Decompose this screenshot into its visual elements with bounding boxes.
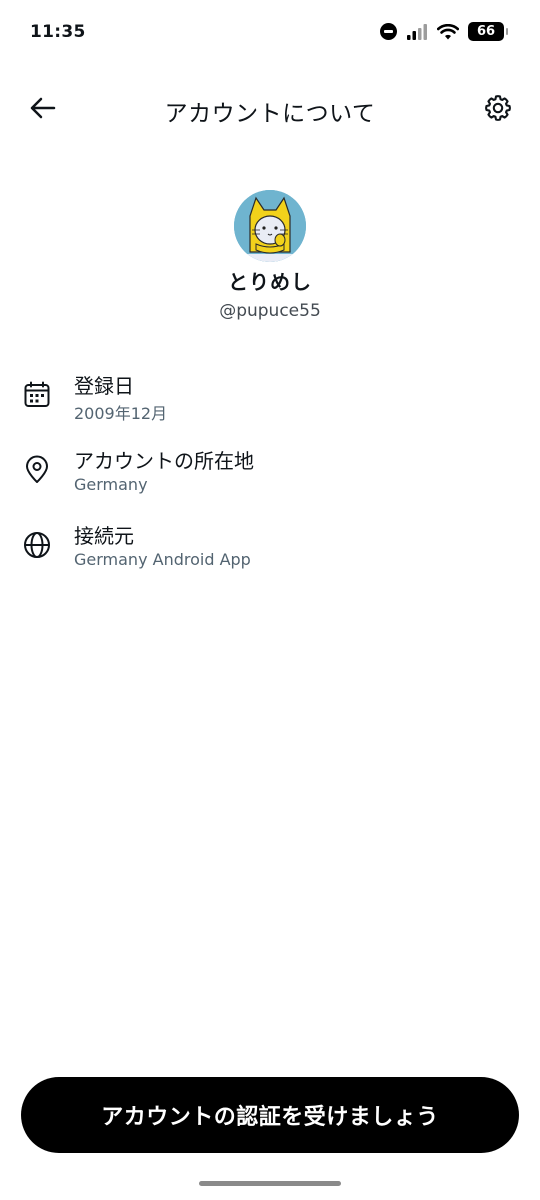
- cat-avatar-icon: [234, 190, 306, 262]
- info-value: Germany: [74, 475, 148, 494]
- top-app-bar: アカウントについて: [0, 78, 540, 138]
- display-name: とりめし: [228, 270, 312, 294]
- page-title: アカウントについて: [164, 101, 376, 127]
- status-bar: 11:35 66: [0, 0, 540, 64]
- status-icons: 66: [380, 22, 508, 41]
- account-info-list: 登録日 2009年12月 アカウントの所在地 Germany 接続元 Germa…: [0, 366, 540, 591]
- info-value: 2009年12月: [74, 404, 168, 423]
- wifi-icon: [437, 23, 459, 39]
- home-indicator[interactable]: [199, 1181, 341, 1186]
- info-item-registration-date: 登録日 2009年12月: [0, 366, 540, 441]
- gear-icon: [485, 95, 511, 121]
- battery-icon: 66: [468, 22, 508, 41]
- info-item-account-location: アカウントの所在地 Germany: [0, 441, 540, 516]
- settings-button[interactable]: [482, 92, 514, 124]
- signal-icon: [407, 23, 427, 40]
- status-time: 11:35: [30, 22, 86, 42]
- avatar[interactable]: [234, 190, 306, 262]
- about-account-screen: 11:35 66 アカウントについて とりめし @pupuce55 登録日 20…: [0, 0, 540, 1200]
- location-pin-icon: [26, 455, 48, 483]
- profile-summary: とりめし @pupuce55: [0, 190, 540, 321]
- info-label: 接続元: [74, 524, 134, 548]
- info-label: アカウントの所在地: [74, 449, 254, 473]
- user-handle: @pupuce55: [219, 301, 321, 321]
- get-verified-button[interactable]: アカウントの認証を受けましょう: [21, 1077, 519, 1153]
- globe-icon: [24, 532, 50, 558]
- info-item-connected-via: 接続元 Germany Android App: [0, 516, 540, 591]
- info-label: 登録日: [74, 374, 134, 398]
- info-value: Germany Android App: [74, 550, 251, 569]
- calendar-icon: [24, 381, 50, 407]
- do-not-disturb-icon: [380, 23, 397, 40]
